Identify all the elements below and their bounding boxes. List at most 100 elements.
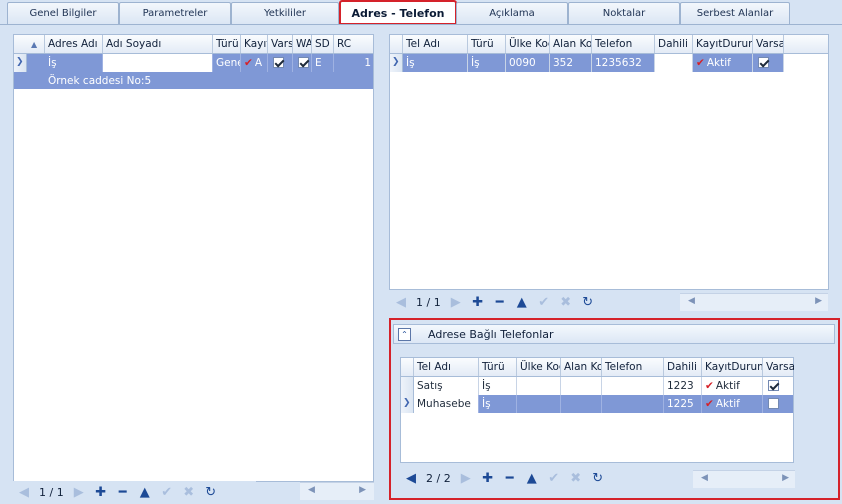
- phone-hscroll[interactable]: ◀ ▶: [680, 293, 828, 311]
- cell-telefon[interactable]: [602, 377, 664, 395]
- table-row[interactable]: Satış İş 1223 ✔ Aktif: [401, 377, 793, 395]
- refresh-button[interactable]: ↻: [587, 468, 609, 488]
- cell-ulke-kodu[interactable]: 0090: [506, 54, 550, 72]
- address-grid[interactable]: ▲ Adres Adı Adı Soyadı Türü Kayıt Vars W…: [13, 34, 374, 482]
- cell-telefon[interactable]: 1235632: [592, 54, 655, 72]
- col-vars[interactable]: Vars: [268, 35, 293, 53]
- cell-tel-turu[interactable]: İş: [479, 395, 517, 413]
- refresh-button[interactable]: ↻: [200, 482, 222, 502]
- tab-yetkililer[interactable]: Yetkililer: [231, 2, 339, 24]
- col-adres-adi[interactable]: Adres Adı: [45, 35, 103, 53]
- cell-alan-kodu[interactable]: [561, 377, 602, 395]
- tab-adres-telefon[interactable]: Adres - Telefon: [339, 0, 457, 25]
- cell-varsayilan[interactable]: [763, 395, 794, 413]
- cell-kayit-durumu[interactable]: ✔ Aktif: [702, 395, 763, 413]
- scroll-left-icon[interactable]: ◀: [701, 473, 708, 483]
- cell-tel-turu[interactable]: İş: [479, 377, 517, 395]
- vertical-splitter[interactable]: [375, 26, 389, 502]
- scroll-right-icon[interactable]: ▶: [815, 296, 822, 306]
- cell-sd[interactable]: E: [312, 54, 334, 72]
- collapse-icon[interactable]: ⌃: [398, 328, 411, 341]
- cell-ulke-kodu[interactable]: [517, 377, 561, 395]
- add-record-button[interactable]: ✚: [90, 482, 112, 502]
- col-ulke-kodu[interactable]: Ülke Koc: [517, 358, 561, 376]
- col-alan-kodu[interactable]: Alan Ko: [561, 358, 602, 376]
- refresh-button[interactable]: ↻: [577, 292, 599, 312]
- scroll-right-icon[interactable]: ▶: [782, 473, 789, 483]
- cell-wa[interactable]: [293, 54, 312, 72]
- add-record-button[interactable]: ✚: [477, 468, 499, 488]
- tab-noktalar[interactable]: Noktalar: [568, 2, 680, 24]
- col-kayit-durumu[interactable]: KayıtDurumu: [702, 358, 763, 376]
- cell-alan-kodu[interactable]: 352: [550, 54, 592, 72]
- col-adi-soyadi[interactable]: Adı Soyadı: [103, 35, 213, 53]
- cell-dahili[interactable]: 1223: [664, 377, 702, 395]
- table-row[interactable]: ❯ Muhasebe İş 1225 ✔ Aktif: [401, 395, 793, 413]
- col-dahili[interactable]: Dahili: [655, 35, 693, 53]
- col-turu[interactable]: Türü: [213, 35, 241, 53]
- scroll-left-icon[interactable]: ◀: [308, 485, 315, 495]
- col-telefon[interactable]: Telefon: [602, 358, 664, 376]
- cell-adres-adi[interactable]: İş: [45, 54, 103, 72]
- next-record-button[interactable]: ▶: [445, 292, 467, 312]
- cancel-edit-button[interactable]: ✖: [565, 468, 587, 488]
- tab-parametreler[interactable]: Parametreler: [119, 2, 231, 24]
- tab-serbest-alanlar[interactable]: Serbest Alanlar: [680, 2, 790, 24]
- col-dahili[interactable]: Dahili: [664, 358, 702, 376]
- delete-record-button[interactable]: ━: [112, 482, 134, 502]
- table-row[interactable]: ❯ İş Genel ✔A E 1: [14, 54, 373, 72]
- delete-record-button[interactable]: ━: [489, 292, 511, 312]
- next-record-button[interactable]: ▶: [455, 468, 477, 488]
- tab-genel-bilgiler[interactable]: Genel Bilgiler: [7, 2, 119, 24]
- cell-tel-adi[interactable]: Satış: [414, 377, 479, 395]
- col-varsayilan[interactable]: Varsa: [763, 358, 794, 376]
- prev-record-button[interactable]: ◀: [390, 292, 412, 312]
- cell-rc[interactable]: 1: [334, 54, 374, 72]
- cell-telefon[interactable]: [602, 395, 664, 413]
- cancel-edit-button[interactable]: ✖: [555, 292, 577, 312]
- cell-kayit[interactable]: ✔ A: [241, 54, 268, 72]
- phone-grid[interactable]: Tel Adı Türü Ülke Kod Alan Ko Telefon Da…: [389, 34, 829, 290]
- default-checkbox[interactable]: [768, 380, 779, 391]
- default-checkbox[interactable]: [758, 57, 769, 68]
- move-up-button[interactable]: ▲: [134, 482, 156, 502]
- cell-varsayilan[interactable]: [753, 54, 784, 72]
- table-row[interactable]: ❯ İş İş 0090 352 1235632 ✔ Aktif: [390, 54, 784, 72]
- cell-kayit-durumu[interactable]: ✔ Aktif: [702, 377, 763, 395]
- col-tel-adi[interactable]: Tel Adı: [403, 35, 468, 53]
- col-kayit[interactable]: Kayıt: [241, 35, 268, 53]
- col-telefon[interactable]: Telefon: [592, 35, 655, 53]
- cancel-edit-button[interactable]: ✖: [178, 482, 200, 502]
- scroll-right-icon[interactable]: ▶: [359, 485, 366, 495]
- cell-tel-turu[interactable]: İş: [468, 54, 506, 72]
- cell-vars[interactable]: [268, 54, 293, 72]
- col-rc[interactable]: RC: [334, 35, 374, 53]
- delete-record-button[interactable]: ━: [499, 468, 521, 488]
- cell-tel-adi[interactable]: Muhasebe: [414, 395, 479, 413]
- cell-dahili[interactable]: 1225: [664, 395, 702, 413]
- sort-icon-cell[interactable]: ▲: [14, 35, 45, 53]
- scroll-left-icon[interactable]: ◀: [688, 296, 695, 306]
- cell-kayit-durumu[interactable]: ✔ Aktif: [693, 54, 753, 72]
- linked-phones-grid[interactable]: Tel Adı Türü Ülke Koc Alan Ko Telefon Da…: [400, 357, 794, 463]
- address-detail-row[interactable]: Örnek caddesi No:5: [14, 72, 373, 89]
- default-checkbox[interactable]: [768, 398, 779, 409]
- wa-checkbox[interactable]: [298, 57, 309, 68]
- address-hscroll[interactable]: ◀ ▶: [300, 482, 374, 500]
- prev-record-button[interactable]: ◀: [13, 482, 35, 502]
- post-edit-button[interactable]: ✔: [156, 482, 178, 502]
- col-tel-adi[interactable]: Tel Adı: [414, 358, 479, 376]
- prev-record-button[interactable]: ◀: [400, 468, 422, 488]
- post-edit-button[interactable]: ✔: [543, 468, 565, 488]
- cell-varsayilan[interactable]: [763, 377, 794, 395]
- col-kayit-durumu[interactable]: KayıtDurumu: [693, 35, 753, 53]
- add-record-button[interactable]: ✚: [467, 292, 489, 312]
- move-up-button[interactable]: ▲: [521, 468, 543, 488]
- cell-adi-soyadi[interactable]: [103, 54, 213, 72]
- cell-ulke-kodu[interactable]: [517, 395, 561, 413]
- post-edit-button[interactable]: ✔: [533, 292, 555, 312]
- cell-tel-adi[interactable]: İş: [403, 54, 468, 72]
- cell-alan-kodu[interactable]: [561, 395, 602, 413]
- col-ulke-kodu[interactable]: Ülke Kod: [506, 35, 550, 53]
- col-alan-kodu[interactable]: Alan Ko: [550, 35, 592, 53]
